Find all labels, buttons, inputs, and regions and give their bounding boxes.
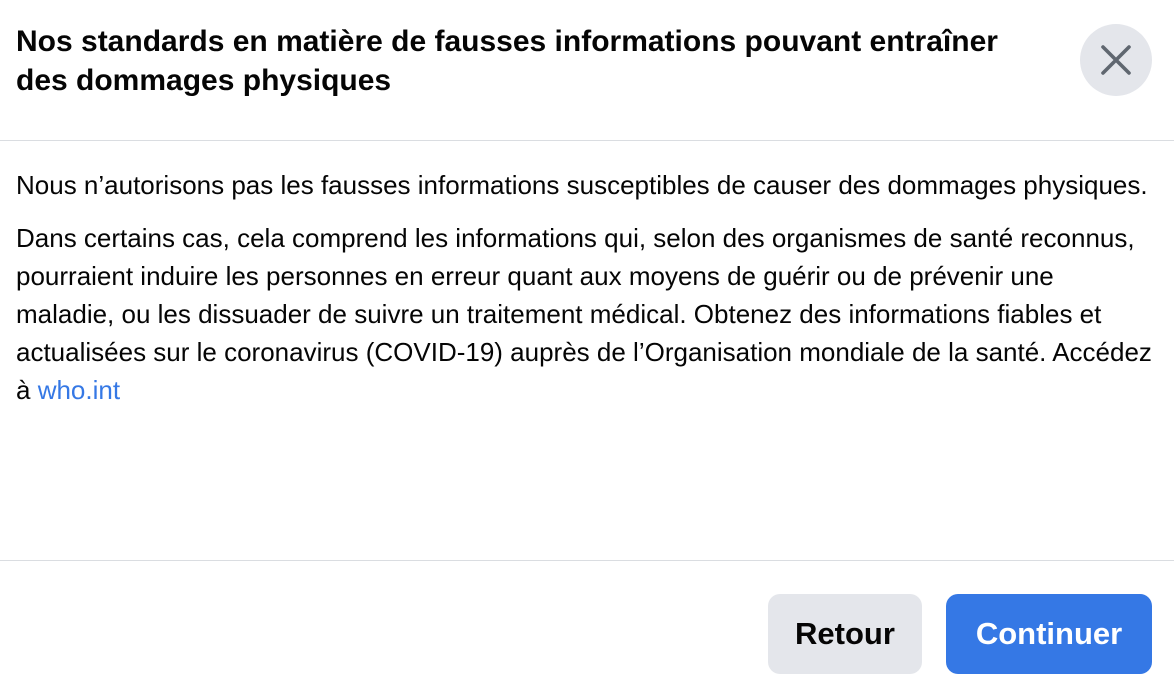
- policy-details-text: Dans certains cas, cela comprend les inf…: [16, 223, 1152, 405]
- misinformation-dialog: Nos standards en matière de fausses info…: [0, 0, 1174, 686]
- policy-details: Dans certains cas, cela comprend les inf…: [16, 219, 1156, 409]
- dialog-body: Nous n’autorisons pas les fausses inform…: [16, 166, 1156, 409]
- dialog-title: Nos standards en matière de fausses info…: [16, 25, 998, 97]
- close-icon: [1101, 45, 1131, 75]
- who-link[interactable]: who.int: [38, 375, 120, 405]
- policy-summary: Nous n’autorisons pas les fausses inform…: [16, 170, 1148, 200]
- footer-divider: [0, 560, 1174, 561]
- close-button[interactable]: [1080, 24, 1152, 96]
- dialog-header: Nos standards en matière de fausses info…: [0, 0, 1174, 141]
- back-button[interactable]: Retour: [768, 594, 922, 674]
- continue-button[interactable]: Continuer: [946, 594, 1152, 674]
